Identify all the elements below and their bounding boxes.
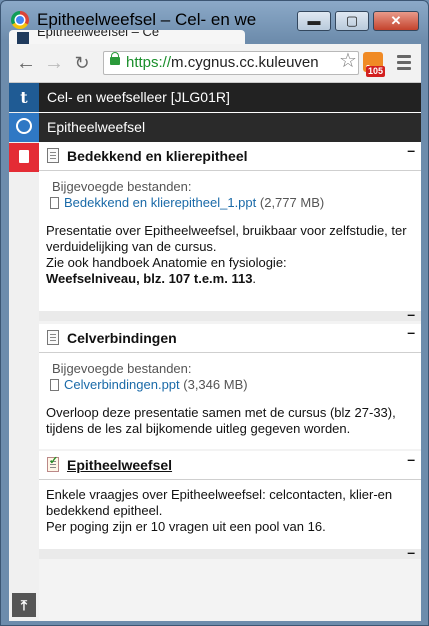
tab-active[interactable]: Epitheelweefsel – Ce (9, 30, 245, 44)
section-celverbindingen: Celverbindingen – Bijgevoegde bestanden:… (39, 324, 421, 449)
document-icon[interactable] (9, 143, 39, 172)
tab-title: Epitheelweefsel – Ce (37, 30, 160, 39)
rss-badge: 105 (366, 66, 386, 77)
attachments-label: Bijgevoegde bestanden: (52, 179, 192, 194)
window-title: Epitheelweefsel – Cel- en we (37, 10, 257, 29)
attachment-link[interactable]: Bedekkend en klierepitheel_1.ppt (2,777 … (50, 195, 324, 210)
section-separator: – (39, 544, 421, 560)
section-bedekkend: Bedekkend en klierepitheel – Bijgevoegde… (39, 142, 421, 311)
collapse-button[interactable]: – (407, 306, 415, 322)
section-header[interactable]: Celverbindingen – (39, 324, 421, 353)
attachments-label: Bijgevoegde bestanden: (52, 361, 192, 376)
t-icon[interactable]: t (9, 83, 39, 112)
quiz-icon (47, 454, 59, 472)
close-button[interactable]: ✕ (373, 11, 419, 31)
page-content: t ⤒ Cel- en weefselleer [JLG01R] Epithee… (9, 83, 421, 621)
page-title: Epitheelweefsel (39, 113, 421, 142)
file-icon (50, 197, 59, 209)
star-icon[interactable]: ☆ (339, 50, 357, 72)
section-description: Overloop deze presentatie samen met de c… (46, 405, 396, 436)
compass-icon[interactable] (9, 113, 39, 142)
address-bar[interactable]: https://m.cygnus.cc.kuleuven (103, 51, 359, 75)
file-icon (47, 330, 59, 345)
file-icon (47, 148, 59, 163)
lock-icon (110, 52, 120, 65)
maximize-button[interactable]: ▢ (335, 11, 369, 31)
menu-icon[interactable] (397, 55, 411, 73)
left-sidebar: t ⤒ (9, 83, 39, 621)
section-header[interactable]: Bedekkend en klierepitheel – (39, 142, 421, 171)
reload-icon[interactable]: ↻ (71, 52, 93, 74)
course-header[interactable]: Cel- en weefselleer [JLG01R] (39, 83, 421, 112)
tab-favicon-icon (17, 32, 29, 44)
section-description: Presentatie over Epitheelweefsel, bruikb… (46, 223, 407, 286)
collapse-button[interactable]: – (407, 142, 415, 158)
scroll-top-icon[interactable]: ⤒ (12, 593, 36, 617)
collapse-button[interactable]: – (407, 451, 415, 467)
url-text: https://m.cygnus.cc.kuleuven (126, 54, 319, 71)
main-area: Bedekkend en klierepitheel – Bijgevoegde… (39, 142, 421, 621)
minimize-button[interactable]: ▬ (297, 11, 331, 31)
section-separator: – (39, 306, 421, 322)
collapse-button[interactable]: – (407, 324, 415, 340)
chrome-logo-icon (11, 11, 29, 29)
back-icon[interactable]: ← (15, 52, 37, 74)
browser-toolbar: ← → ↻ https://m.cygnus.cc.kuleuven ☆ 105 (9, 44, 421, 83)
section-epitheelweefsel-quiz: Epitheelweefsel – Enkele vraagjes over E… (39, 451, 421, 549)
section-title: Celverbindingen (67, 330, 177, 346)
forward-icon[interactable]: → (43, 52, 65, 74)
section-title[interactable]: Epitheelweefsel (67, 457, 172, 473)
section-header[interactable]: Epitheelweefsel – (39, 451, 421, 480)
section-description: Enkele vraagjes over Epitheelweefsel: ce… (46, 487, 393, 534)
browser-window: Epitheelweefsel – Cel- en we ▬ ▢ ✕ Epith… (0, 0, 429, 626)
collapse-button[interactable]: – (407, 544, 415, 560)
section-title: Bedekkend en klierepitheel (67, 148, 248, 164)
file-icon (50, 379, 59, 391)
attachment-link[interactable]: Celverbindingen.ppt (3,346 MB) (50, 377, 248, 392)
